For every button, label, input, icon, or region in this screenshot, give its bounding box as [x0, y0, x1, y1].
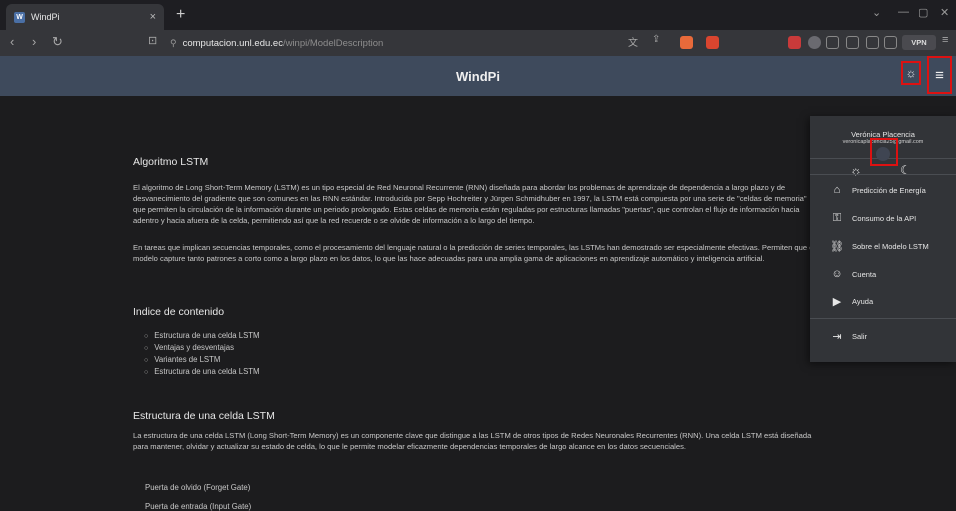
logout-button[interactable]: ⇥ Salir: [830, 330, 867, 343]
toc-link[interactable]: Estructura de una celda LSTM: [144, 366, 259, 378]
theme-switch-knob: [876, 147, 890, 161]
logout-label: Salir: [852, 332, 868, 341]
menu-item-label: Sobre el Modelo LSTM: [852, 242, 929, 251]
share-icon[interactable]: ⇪: [652, 34, 660, 45]
gate-item: Puerta de olvido (Forget Gate): [145, 483, 251, 492]
back-icon[interactable]: ‹: [10, 34, 14, 49]
menu-item-ayuda[interactable]: ▶ Ayuda: [830, 295, 873, 308]
brave-shield-icon[interactable]: [680, 36, 693, 49]
windpi-favicon-icon: W: [14, 11, 25, 23]
menu-item-prediccion[interactable]: ⌂ Predicción de Energía: [830, 184, 926, 196]
extension-circle-icon[interactable]: [808, 36, 821, 49]
translate-icon[interactable]: 文: [628, 34, 638, 49]
extension-grid-icon[interactable]: [826, 36, 839, 49]
home-icon: ⌂: [833, 184, 841, 196]
new-tab-icon[interactable]: +: [176, 6, 185, 24]
url-path: /winpi/ModelDescription: [282, 37, 384, 49]
reload-icon[interactable]: ↻: [52, 34, 63, 50]
account-icon: ☺: [831, 268, 843, 280]
model-icon: ⛓: [830, 241, 844, 253]
section-heading: Algoritmo LSTM: [133, 156, 209, 168]
menu-item-label: Consumo de la API: [852, 214, 917, 223]
logout-icon: ⇥: [832, 331, 842, 343]
browser-tab-strip: W WindPi × + ⌄ — ▢ ✕: [0, 0, 956, 30]
toc-link[interactable]: Ventajas y desventajas: [144, 342, 260, 354]
menu-item-label: Ayuda: [852, 297, 874, 306]
browser-menu-icon[interactable]: ≡: [942, 34, 948, 46]
light-mode-icon[interactable]: ☼: [850, 163, 862, 178]
section-paragraph: El algoritmo de Long Short-Term Memory (…: [133, 183, 807, 225]
app-title: WindPi: [456, 68, 500, 84]
section-heading: Estructura de una celda LSTM: [133, 410, 275, 422]
key-icon: ⚿: [832, 212, 842, 224]
menu-item-sobre-modelo[interactable]: ⛓ Sobre el Modelo LSTM: [830, 240, 929, 253]
close-window-icon[interactable]: ✕: [940, 6, 949, 19]
minimize-icon[interactable]: —: [898, 6, 909, 18]
tab-title: WindPi: [31, 12, 60, 22]
hamburger-icon: ≡: [935, 66, 944, 84]
section-paragraph: La estructura de una celda LSTM (Long Sh…: [133, 431, 812, 451]
toc-link[interactable]: Estructura de una celda LSTM: [144, 330, 259, 342]
hamburger-menu-button[interactable]: ≡: [927, 56, 952, 94]
url-host: computacion.unl.edu.ec: [182, 37, 283, 49]
divider: [810, 174, 956, 175]
toc-link[interactable]: Variantes de LSTM: [144, 354, 260, 366]
menu-item-label: Cuenta: [852, 269, 877, 279]
sun-icon: ☼: [905, 66, 917, 80]
divider: [810, 318, 956, 319]
sidebar-icon[interactable]: [866, 36, 879, 49]
site-info-icon[interactable]: ⚲: [170, 38, 177, 49]
rewards-icon[interactable]: [706, 36, 719, 49]
vpn-button[interactable]: VPN: [902, 35, 936, 50]
vpn-label: VPN: [911, 38, 927, 47]
chevron-down-icon[interactable]: ⌄: [872, 6, 881, 19]
browser-tab[interactable]: W WindPi ×: [6, 4, 164, 30]
bookmark-icon[interactable]: ⊡: [148, 34, 157, 47]
maximize-icon[interactable]: ▢: [918, 6, 928, 19]
app-header: WindPi: [0, 56, 956, 96]
extension-red-icon[interactable]: [788, 36, 801, 49]
menu-item-label: Predicción de Energía: [852, 185, 926, 195]
extensions-icon[interactable]: [846, 36, 859, 49]
section-paragraph: En tareas que implican secuencias tempor…: [133, 243, 816, 263]
help-icon: ▶: [832, 296, 842, 308]
toc-heading: Indice de contenido: [133, 306, 225, 318]
address-bar[interactable]: ⚲ computacion.unl.edu.ec /winpi/ModelDes…: [170, 33, 750, 53]
toc-list: Estructura de una celda LSTM Ventajas y …: [144, 330, 260, 378]
forward-icon[interactable]: ›: [32, 34, 36, 49]
wallet-icon[interactable]: [884, 36, 897, 49]
menu-item-cuenta[interactable]: ☺ Cuenta: [830, 268, 876, 280]
theme-toggle-button[interactable]: ☼: [901, 61, 921, 85]
tab-close-icon[interactable]: ×: [150, 11, 156, 23]
menu-item-consumo-api[interactable]: ⚿ Consumo de la API: [830, 212, 916, 225]
